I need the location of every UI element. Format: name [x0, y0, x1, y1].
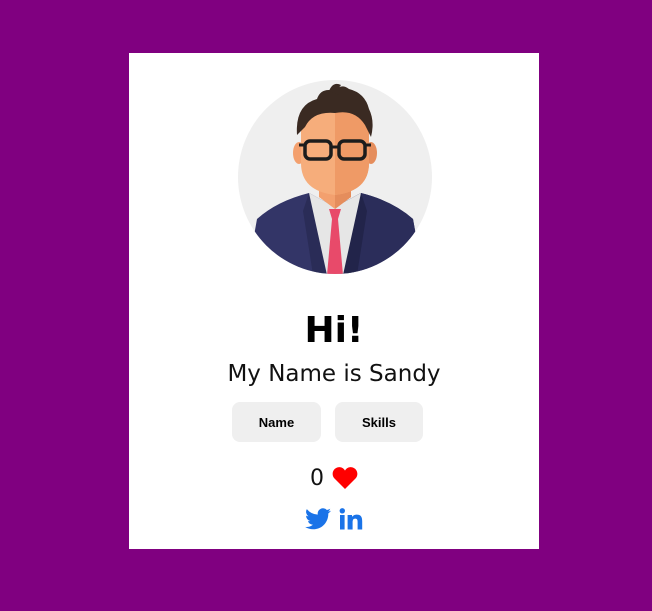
twitter-icon: [305, 508, 331, 530]
heart-icon[interactable]: [332, 466, 358, 490]
like-count: 0: [310, 465, 324, 491]
avatar-man-glasses-suit-icon: [238, 80, 432, 274]
avatar: [237, 79, 433, 275]
greeting-heading: Hi!: [304, 310, 364, 351]
intro-text: My Name is Sandy: [227, 361, 441, 387]
twitter-link[interactable]: [305, 508, 331, 534]
profile-card: Hi! My Name is Sandy Name Skills 0: [129, 53, 539, 549]
name-button[interactable]: Name: [232, 402, 321, 442]
likes-row: 0: [129, 461, 539, 495]
page-background: Hi! My Name is Sandy Name Skills 0: [0, 0, 652, 611]
linkedin-link[interactable]: [339, 508, 363, 534]
skills-button[interactable]: Skills: [335, 402, 423, 442]
social-links: [129, 507, 539, 535]
linkedin-icon: [339, 508, 363, 530]
